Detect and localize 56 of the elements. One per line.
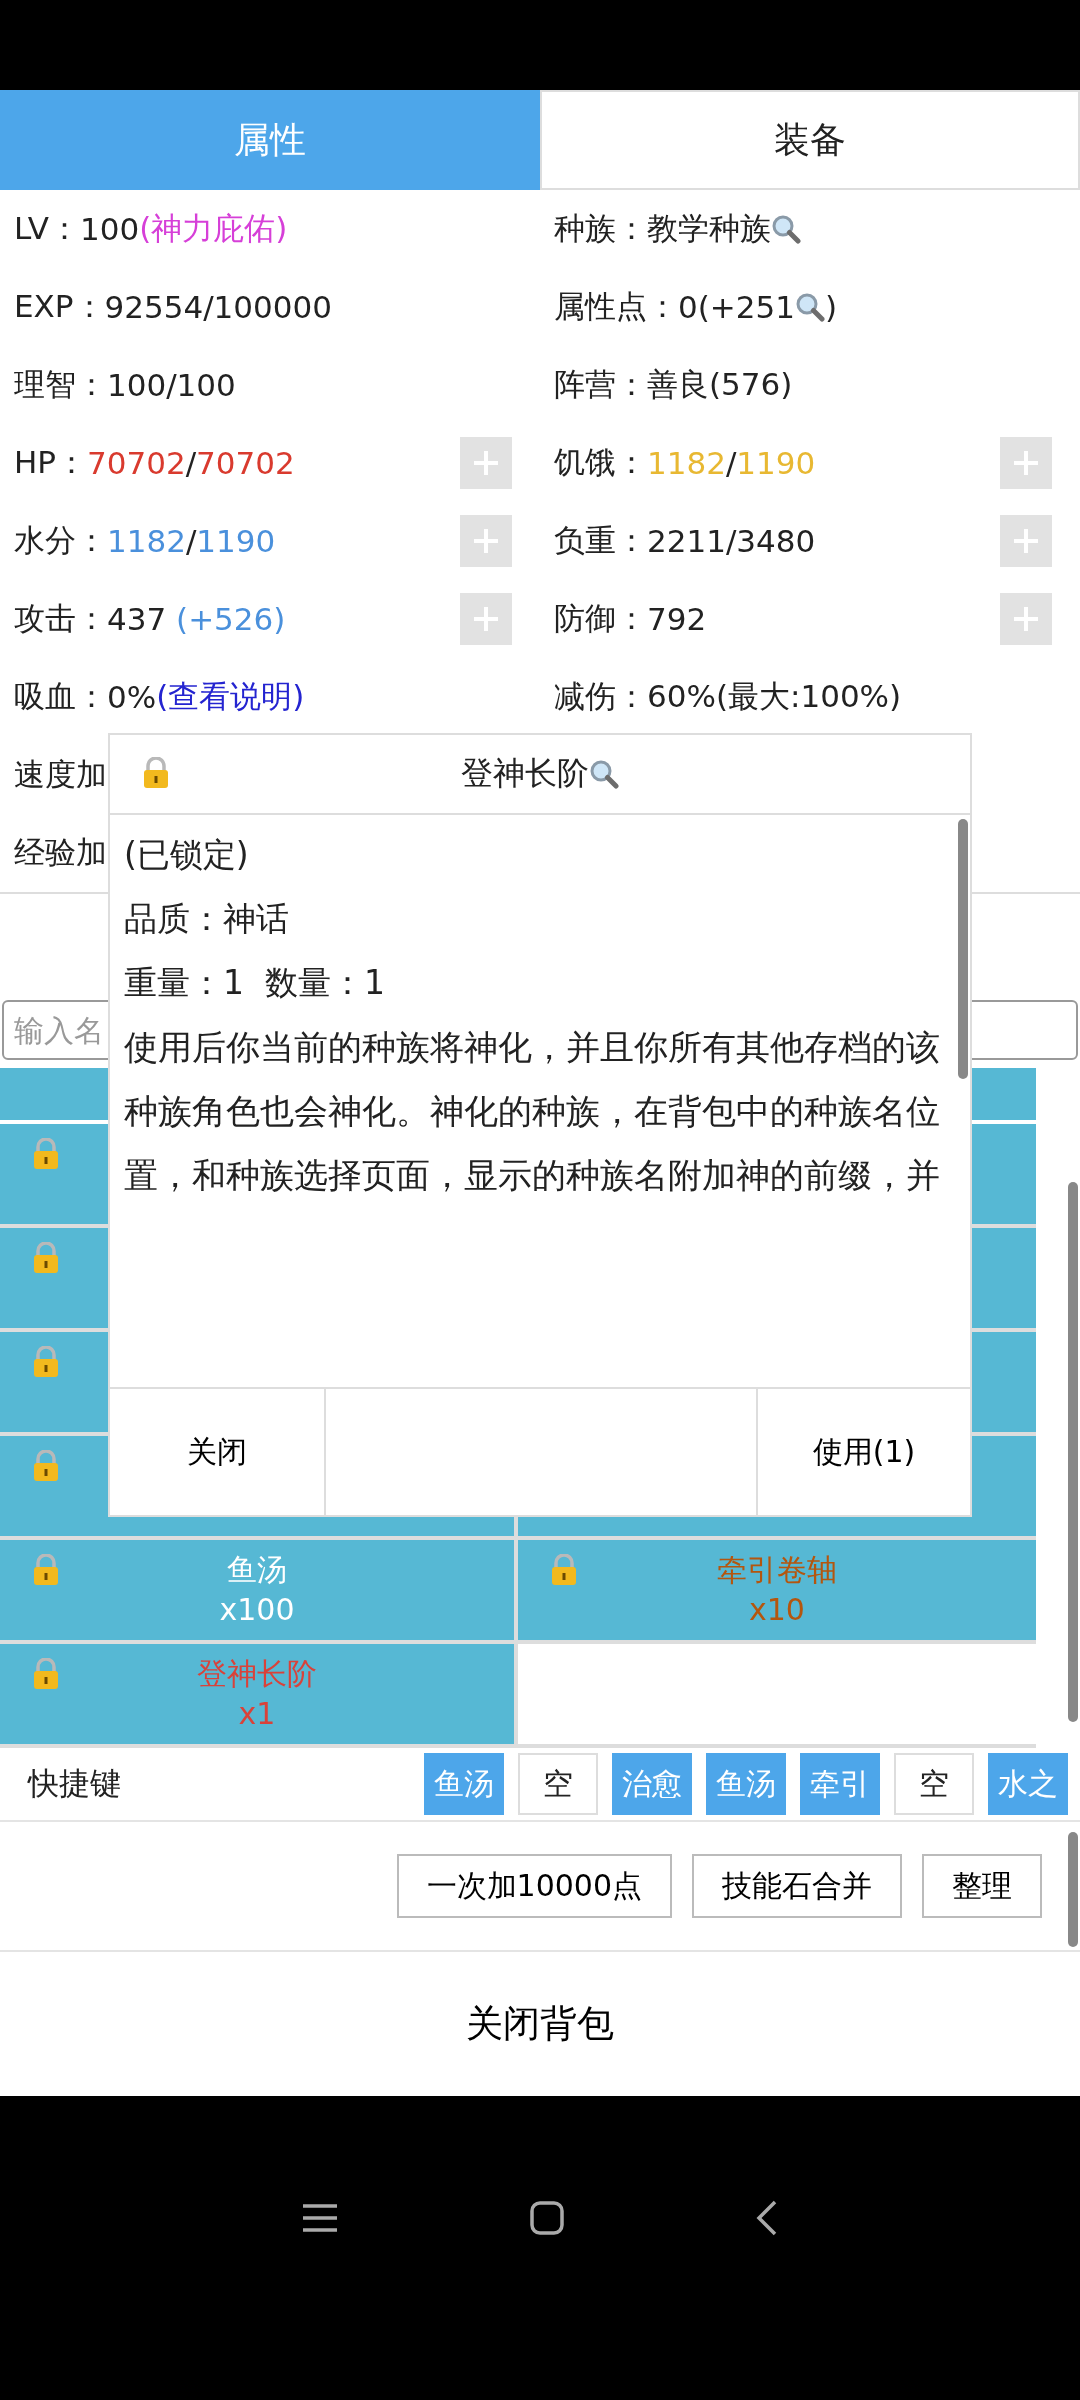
tab[interactable]: 装备	[540, 90, 1080, 190]
search-icon[interactable]	[771, 214, 801, 244]
plus-icon	[1013, 450, 1039, 476]
stat-text: LV：100(神力庇佑)	[14, 209, 288, 249]
stat-text: 负重：2211/3480	[554, 521, 816, 561]
search-icon[interactable]	[794, 292, 825, 322]
stat-text: 种族：教学种族	[554, 208, 801, 250]
item-count: x1	[238, 1695, 276, 1733]
quickbar-label: 快捷键	[28, 1764, 122, 1803]
stat-text: 减伤：60%(最大:100%)	[554, 677, 902, 716]
menu-icon[interactable]	[301, 2203, 339, 2233]
stat-text: 属性点：0(+251 )	[554, 287, 838, 327]
quick-slot[interactable]: 空	[518, 1753, 598, 1815]
dialog-line: 重量：1 数量：1	[124, 962, 385, 1004]
add-button[interactable]	[1000, 593, 1052, 645]
dialog-line: (已锁定)	[124, 834, 249, 876]
quick-slot[interactable]: 空	[894, 1753, 974, 1815]
dialog-title: 登神长阶	[461, 752, 619, 796]
add-button[interactable]	[460, 593, 512, 645]
stat-text: 速度加	[14, 755, 107, 794]
item-description: 使用后你当前的种族将神化，并且你所有其他存档的该种族角色也会神化。神化的种族，在背包中的种族名位置，和种族选择页面，显示的种族名附加神的前缀，并	[124, 1026, 941, 1197]
scrollbar[interactable]	[958, 819, 968, 1079]
plus-icon	[1013, 528, 1039, 554]
action-button[interactable]: 整理	[922, 1854, 1042, 1918]
item-count: x10	[749, 1591, 805, 1629]
scrollbar[interactable]	[1068, 1182, 1078, 1722]
back-icon[interactable]	[755, 2199, 779, 2237]
add-button[interactable]	[460, 437, 512, 489]
stat-text: 防御：792	[554, 599, 707, 639]
stat-text: 理智：100/100	[14, 365, 236, 405]
stat-text: 吸血：0%(查看说明)	[14, 676, 305, 718]
help-link[interactable]: (查看说明)	[156, 676, 305, 718]
action-button[interactable]: 技能石合并	[692, 1854, 902, 1918]
search-icon[interactable]	[589, 759, 619, 789]
dialog-line: 品质：神话	[124, 898, 289, 940]
item-count: x100	[219, 1591, 295, 1629]
scrollbar[interactable]	[1068, 1832, 1078, 1947]
stat-text: HP：70702/70702	[14, 443, 295, 483]
add-button[interactable]	[460, 515, 512, 567]
action-button[interactable]: 一次加10000点	[396, 1854, 672, 1918]
stat-text: EXP：92554/100000	[14, 287, 332, 327]
plus-icon	[1013, 606, 1039, 632]
stat-text: 水分：1182/1190	[14, 521, 276, 561]
stat-text: 阵营：善良(576)	[554, 365, 793, 404]
item-name: 牵引卷轴	[717, 1551, 837, 1589]
add-button[interactable]	[1000, 515, 1052, 567]
item-name: 登神长阶	[197, 1655, 317, 1693]
stat-text: 饥饿：1182/1190	[554, 443, 816, 483]
plus-icon	[473, 528, 499, 554]
stat-text: 攻击：437 (+526)	[14, 599, 286, 639]
stat-text: 经验加	[14, 833, 107, 872]
item-name: 鱼汤	[227, 1551, 287, 1589]
home-icon[interactable]	[529, 2200, 565, 2236]
plus-icon	[473, 450, 499, 476]
plus-icon	[473, 606, 499, 632]
add-button[interactable]	[1000, 437, 1052, 489]
